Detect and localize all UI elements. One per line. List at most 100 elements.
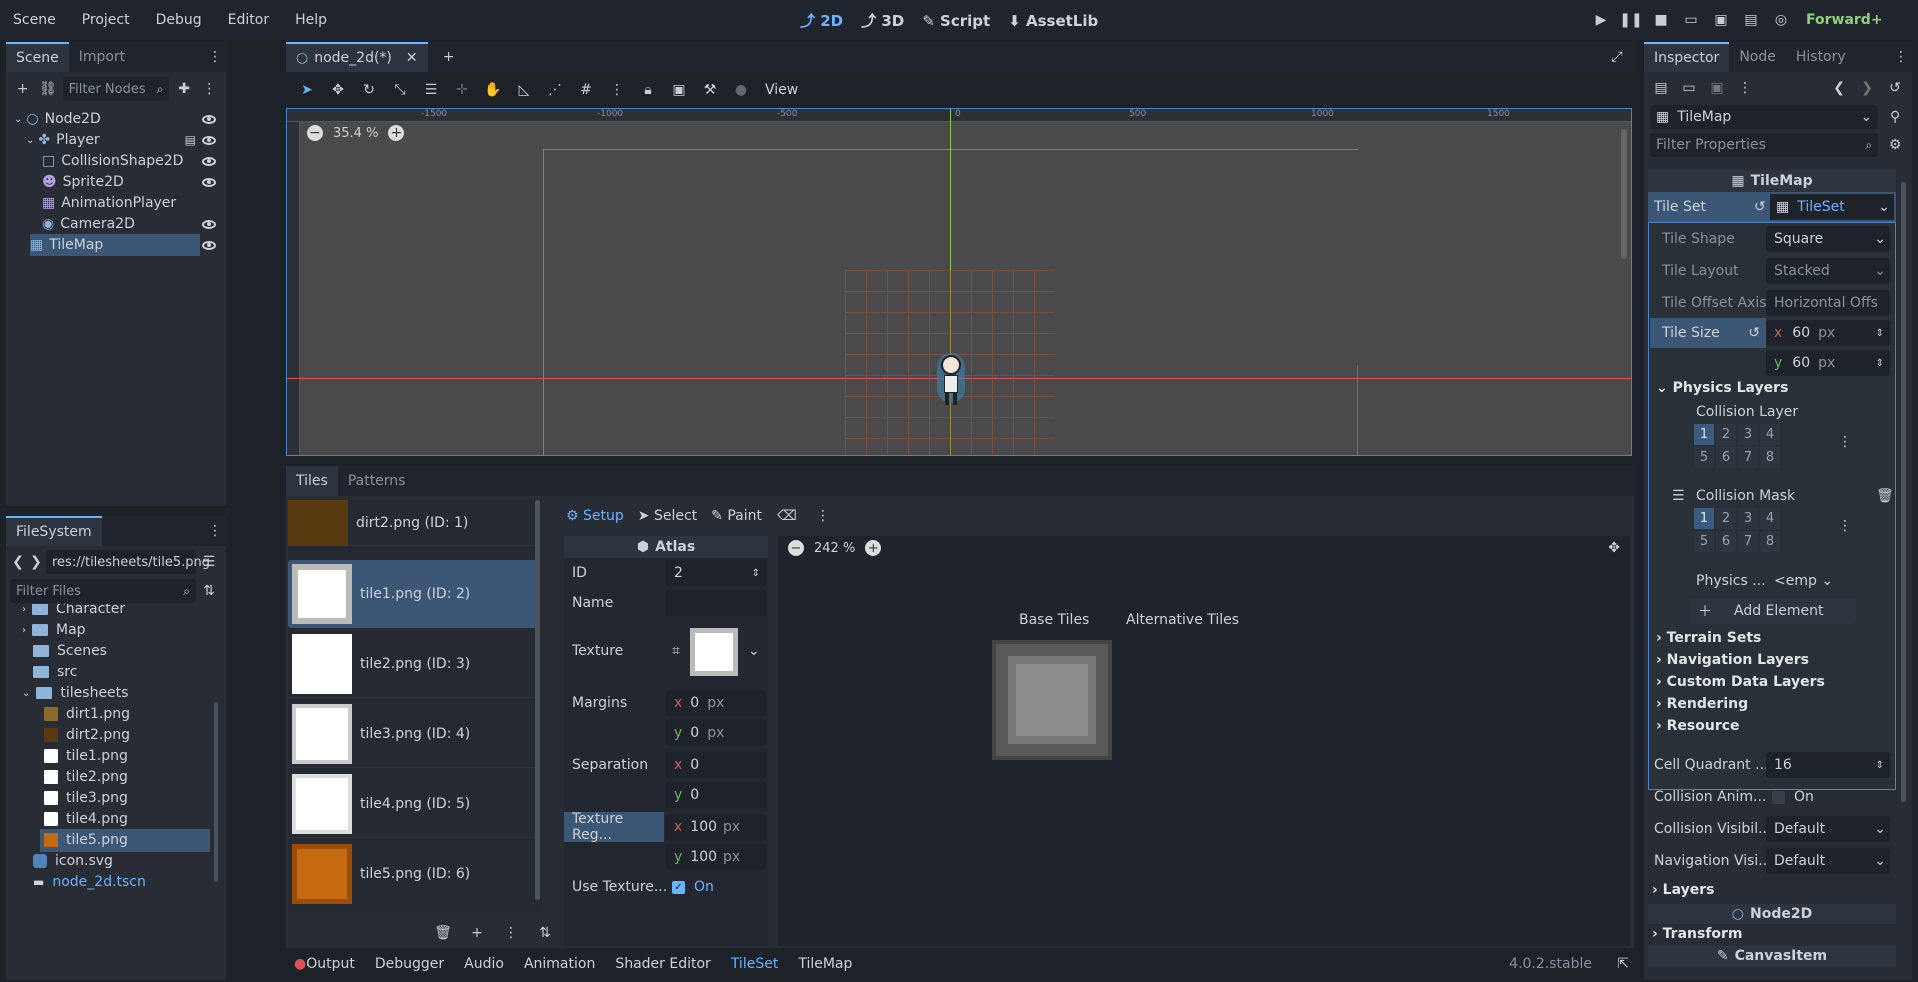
skeleton-icon[interactable]: ● bbox=[730, 79, 752, 101]
tab-scene[interactable]: Scene bbox=[6, 42, 69, 72]
mask-bit[interactable]: 8 bbox=[1760, 531, 1780, 552]
separation-x-field[interactable]: x0 bbox=[666, 752, 766, 778]
separation-y-field[interactable]: y0 bbox=[666, 782, 766, 808]
zoom-out-icon[interactable]: − bbox=[788, 540, 804, 556]
tab-tilemap[interactable]: TileMap bbox=[798, 956, 852, 972]
dock-menu-icon[interactable]: ⋮ bbox=[204, 46, 226, 68]
revert-icon[interactable]: ↺ bbox=[1754, 199, 1766, 215]
sort-icon[interactable]: ⇅ bbox=[198, 580, 220, 602]
filter-files-input[interactable]: Filter Files ⌕ bbox=[10, 579, 196, 603]
bone-icon[interactable]: ⚒ bbox=[699, 79, 721, 101]
forward-icon[interactable]: ❯ bbox=[28, 551, 44, 573]
texture-preview[interactable] bbox=[690, 628, 738, 676]
workspace-script[interactable]: ✎ Script bbox=[922, 12, 990, 30]
scene-menu-icon[interactable]: ⋮ bbox=[199, 78, 220, 100]
layer-bit[interactable]: 5 bbox=[1694, 447, 1714, 468]
visibility-icon[interactable] bbox=[202, 177, 216, 187]
visibility-icon[interactable] bbox=[202, 114, 216, 124]
dock-menu-icon[interactable]: ⋮ bbox=[204, 520, 226, 542]
chevron-down-icon[interactable]: ⌄ bbox=[748, 643, 760, 659]
scale-mode-icon[interactable]: ⤡ bbox=[389, 79, 411, 101]
pivot-icon[interactable]: ✛ bbox=[451, 79, 473, 101]
pause-icon[interactable]: ❚❚ bbox=[1619, 9, 1642, 31]
revert-icon[interactable]: ↺ bbox=[1748, 325, 1760, 341]
mask-bit[interactable]: 7 bbox=[1738, 531, 1758, 552]
dock-menu-icon[interactable]: ⋮ bbox=[1890, 46, 1912, 68]
custom-data-layers-section[interactable]: › Custom Data Layers bbox=[1656, 674, 1825, 690]
file-node2d-tscn[interactable]: ▬ node_2d.tscn bbox=[6, 869, 226, 895]
grid-snap-icon[interactable]: # bbox=[575, 79, 597, 101]
layer-bit[interactable]: 1 bbox=[1694, 424, 1714, 445]
tab-node[interactable]: Node bbox=[1729, 42, 1786, 72]
more-icon[interactable]: ⋮ bbox=[1734, 77, 1756, 99]
filter-properties-input[interactable]: Filter Properties ⌕ bbox=[1650, 133, 1879, 157]
list-item[interactable]: dirt2.png (ID: 1) bbox=[288, 500, 536, 546]
drag-handle-icon[interactable]: ☰ bbox=[1672, 488, 1685, 504]
forward-icon[interactable]: ❯ bbox=[1856, 77, 1878, 99]
id-field[interactable]: 2 ⇕ bbox=[666, 560, 766, 586]
tile-offset-select[interactable]: Horizontal Offs bbox=[1766, 290, 1890, 316]
layer-bit[interactable]: 7 bbox=[1738, 447, 1758, 468]
attach-script-icon[interactable]: ✚ bbox=[173, 78, 194, 100]
tab-tileset[interactable]: TileSet bbox=[731, 956, 779, 972]
navigation-layers-section[interactable]: › Navigation Layers bbox=[1656, 652, 1809, 668]
mask-bit[interactable]: 4 bbox=[1760, 508, 1780, 529]
list-item[interactable]: tile4.png (ID: 5) bbox=[288, 770, 536, 838]
collision-layer-grid[interactable]: 1234 5678 bbox=[1694, 424, 1780, 468]
tab-import[interactable]: Import bbox=[69, 42, 135, 72]
layer-bit[interactable]: 8 bbox=[1760, 447, 1780, 468]
menu-editor[interactable]: Editor bbox=[228, 12, 269, 28]
tab-inspector[interactable]: Inspector bbox=[1644, 42, 1730, 72]
collision-animatable-checkbox[interactable] bbox=[1772, 790, 1785, 804]
play-scene-icon[interactable]: ▣ bbox=[1710, 9, 1732, 31]
link-icon[interactable]: ⛓ bbox=[37, 78, 58, 100]
margins-x-field[interactable]: x 0 px bbox=[666, 690, 766, 716]
snap-menu-icon[interactable]: ⋮ bbox=[606, 79, 628, 101]
split-mode-icon[interactable]: ☰ bbox=[198, 551, 220, 573]
menu-debug[interactable]: Debug bbox=[156, 12, 202, 28]
resource-section[interactable]: › Resource bbox=[1656, 718, 1740, 734]
panel-expand-icon[interactable]: ⇱ bbox=[1612, 953, 1634, 975]
zoom-in-icon[interactable]: + bbox=[388, 125, 405, 141]
more-icon[interactable]: ⋮ bbox=[812, 505, 834, 527]
layers-section[interactable]: › Layers bbox=[1652, 882, 1714, 898]
list-item[interactable]: tile2.png (ID: 3) bbox=[288, 630, 536, 698]
scrollbar[interactable] bbox=[1901, 182, 1906, 802]
tab-output[interactable]: ●Output bbox=[294, 956, 355, 972]
visibility-icon[interactable] bbox=[202, 240, 216, 250]
tab-audio[interactable]: Audio bbox=[464, 956, 504, 972]
collision-visibility-select[interactable]: Default ⌄ bbox=[1766, 816, 1890, 842]
select-mode-button[interactable]: ➤ Select bbox=[638, 508, 697, 524]
atlas-zoom[interactable]: 242 % bbox=[814, 541, 855, 556]
mask-bit[interactable]: 2 bbox=[1716, 508, 1736, 529]
renderer-select[interactable]: Forward+ bbox=[1806, 12, 1883, 28]
atlas-tile[interactable] bbox=[992, 640, 1112, 760]
ruler-icon[interactable]: ◺ bbox=[513, 79, 535, 101]
object-tools-icon[interactable]: ⚲ bbox=[1884, 106, 1906, 128]
visibility-icon[interactable] bbox=[202, 135, 216, 145]
collision-mask-grid[interactable]: 1234 5678 bbox=[1694, 508, 1780, 552]
mask-bit[interactable]: 6 bbox=[1716, 531, 1736, 552]
use-texture-checkbox[interactable]: ✓ bbox=[672, 880, 685, 894]
paint-mode-button[interactable]: ✎ Paint bbox=[711, 508, 762, 524]
tab-animation[interactable]: Animation bbox=[524, 956, 595, 972]
more-icon[interactable]: ⋮ bbox=[1838, 434, 1852, 450]
workspace-3d[interactable]: ⤴ 3D bbox=[861, 10, 904, 31]
pan-icon[interactable]: ✋ bbox=[482, 79, 504, 101]
object-selector[interactable]: ▦ TileMap ⌄ bbox=[1650, 105, 1879, 129]
list-item[interactable]: tile5.png (ID: 6) bbox=[288, 840, 536, 908]
workspace-assetlib[interactable]: ⬇ AssetLib bbox=[1008, 12, 1098, 30]
movie-icon[interactable]: ◎ bbox=[1770, 9, 1792, 31]
tab-filesystem[interactable]: FileSystem bbox=[6, 516, 102, 546]
select-mode-icon[interactable]: ➤ bbox=[296, 79, 318, 101]
menu-project[interactable]: Project bbox=[82, 12, 130, 28]
visibility-icon[interactable] bbox=[202, 156, 216, 166]
tile-shape-select[interactable]: Square ⌄ bbox=[1766, 226, 1890, 252]
add-element-button[interactable]: ＋ Add Element bbox=[1690, 598, 1856, 624]
tile-layout-select[interactable]: Stacked ⌄ bbox=[1766, 258, 1890, 284]
layer-bit[interactable]: 3 bbox=[1738, 424, 1758, 445]
scrollbar[interactable] bbox=[214, 702, 218, 882]
open-folder-icon[interactable]: ▭ bbox=[1678, 77, 1700, 99]
name-field[interactable] bbox=[666, 590, 766, 616]
remote-debug-icon[interactable]: ▭ bbox=[1680, 9, 1702, 31]
